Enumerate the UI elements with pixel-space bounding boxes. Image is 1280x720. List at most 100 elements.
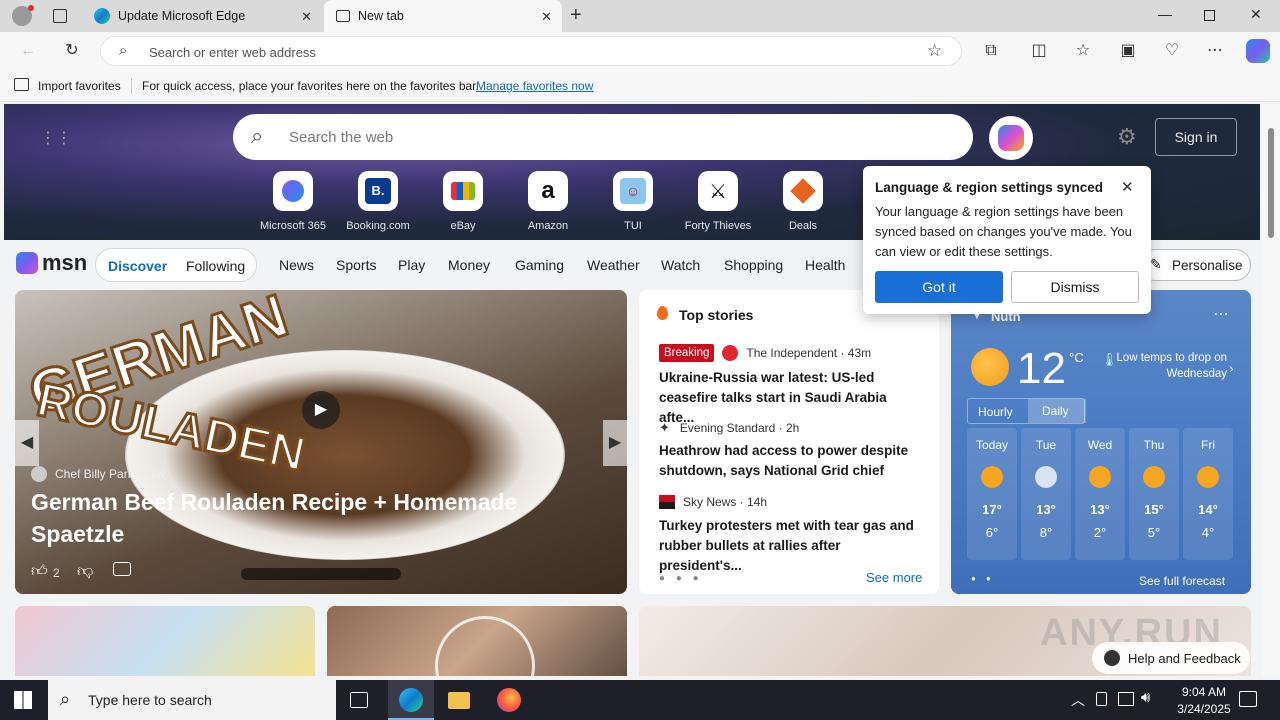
carousel-next-icon[interactable]: ▶ [603,420,627,466]
import-favorites-button[interactable]: Import favorites [38,79,121,93]
tab-following[interactable]: Following [186,258,245,274]
address-bar[interactable]: ⌕ Search or enter web address ☆ [100,36,962,66]
restore-icon[interactable] [1204,10,1215,21]
pager-dots[interactable]: ● ● [971,574,995,583]
page-scrollbar[interactable] [1262,104,1280,676]
nav-money[interactable]: Money [448,257,490,273]
weather-more-icon[interactable]: ⋯ [1213,304,1229,324]
browser-essentials-icon[interactable]: ♡ [1162,41,1182,61]
volume-icon[interactable]: 🔊︎ [1141,689,1150,706]
taskbar-search-box[interactable]: ⌕ Type here to search [48,680,336,720]
windows-start-icon[interactable] [14,691,32,709]
copilot-icon[interactable] [1246,39,1270,63]
tab-actions-icon[interactable] [53,9,67,23]
favorites-icon[interactable]: ☆ [1073,41,1093,61]
nav-health[interactable]: Health [805,257,845,273]
task-view-icon[interactable] [350,692,368,708]
story-title[interactable]: Turkey protesters met with tear gas and … [659,516,923,576]
popup-body: Your language & region settings have bee… [875,204,1132,259]
carousel-prev-icon[interactable]: ◀ [15,420,39,466]
nav-gaming[interactable]: Gaming [515,257,564,273]
dismiss-button[interactable]: Dismiss [1011,271,1139,303]
quick-link-forty-thieves[interactable]: ⚔ Forty Thieves [678,171,758,232]
quick-link-deals[interactable]: Deals [763,171,843,232]
help-feedback-button[interactable]: Help and Feedback [1092,642,1250,674]
network-icon[interactable] [1118,692,1134,706]
edge-taskbar-icon[interactable] [388,680,434,720]
more-menu-icon[interactable]: ⋯ [1205,41,1225,61]
tui-icon: ☺ [613,171,653,211]
nav-watch[interactable]: Watch [661,257,700,273]
forecast-day[interactable]: Fri 14° 4° [1183,428,1233,560]
quick-link-ebay[interactable]: eBay [423,171,503,232]
favorite-star-icon[interactable]: ☆ [927,41,942,61]
forecast-day[interactable]: Thu 15° 5° [1129,428,1179,560]
quick-link-microsoft-365[interactable]: Microsoft 365 [253,171,333,232]
new-tab-button[interactable]: + [570,4,582,27]
weather-card[interactable]: ▼ Nuth ⋯ 12 °C 🌡︎ Low temps to drop on W… [951,290,1251,594]
pager-dots[interactable]: ● ● ● [659,573,703,584]
carousel-dots[interactable] [241,568,401,580]
refresh-icon[interactable]: ↻ [62,41,82,61]
extensions-icon[interactable]: ⧉ [981,41,1001,61]
tab-daily[interactable]: Daily [1028,399,1086,423]
nav-weather[interactable]: Weather [587,257,640,273]
settings-gear-icon[interactable]: ⚙ [1117,124,1137,150]
app-launcher-icon[interactable]: ⋮⋮ [40,128,72,148]
tab-discover[interactable]: Discover [108,258,167,274]
forecast-day[interactable]: Tue 13° 8° [1021,428,1071,560]
forecast-day[interactable]: Today 17° 6° [967,428,1017,560]
close-window-icon[interactable]: ✕ [1250,6,1262,23]
split-screen-icon[interactable]: ◫ [1029,41,1049,61]
close-tab-icon[interactable]: ✕ [301,9,312,25]
back-icon[interactable]: ← [18,41,38,61]
clock-date[interactable]: 3/24/2025 [1162,702,1246,716]
import-favorites-icon[interactable] [14,78,29,91]
weather-chevron-icon[interactable]: › [1229,360,1234,376]
feature-card[interactable]: GERMAN ROULADEN ▶ ◀ ▶ Chef Billy Parisi … [15,290,627,594]
see-more-link[interactable]: See more [866,570,922,585]
nav-sports[interactable]: Sports [336,257,376,273]
play-button-icon[interactable]: ▶ [302,391,340,429]
forecast-day[interactable]: Wed 13° 2° [1075,428,1125,560]
nav-shopping[interactable]: Shopping [724,257,783,273]
nav-news[interactable]: News [279,257,314,273]
personalise-button[interactable]: ✎ Personalise [1139,249,1251,281]
news-card-thumbnail[interactable] [327,606,627,676]
quick-link-tui[interactable]: ☺ TUI [593,171,673,232]
close-tab-icon[interactable]: ✕ [541,9,552,25]
personalise-label: Personalise [1172,258,1243,273]
web-search-box[interactable]: ⌕ Search the web [233,114,973,160]
file-explorer-icon[interactable] [448,692,470,709]
story-title[interactable]: Heathrow had access to power despite shu… [659,441,923,481]
feature-title[interactable]: German Beef Rouladen Recipe + Homemade S… [31,486,571,550]
tray-device-icon[interactable] [1096,692,1107,706]
news-card-thumbnail[interactable] [15,606,315,676]
msn-logo[interactable]: msn [16,250,87,276]
firefox-icon[interactable] [497,688,521,712]
quick-link-booking[interactable]: B. Booking.com [338,171,418,232]
tab-update-edge[interactable]: Update Microsoft Edge ✕ [84,0,322,32]
quick-link-amazon[interactable]: a Amazon [508,171,588,232]
forty-thieves-icon: ⚔ [698,171,738,211]
sign-in-button[interactable]: Sign in [1155,118,1237,156]
see-full-forecast-link[interactable]: See full forecast [1139,574,1225,588]
dislike-icon[interactable]: 👎︎ [77,562,93,581]
like-icon[interactable]: 👍︎ [31,562,48,581]
story-title[interactable]: Ukraine-Russia war latest: US-led ceasef… [659,368,923,428]
collections-icon[interactable]: ▣ [1118,41,1138,61]
got-it-button[interactable]: Got it [875,271,1003,303]
favorites-bar: Import favorites For quick access, place… [0,70,1280,102]
tab-hourly[interactable]: Hourly [978,405,1013,419]
clock-time[interactable]: 9:04 AM [1172,685,1236,699]
minimize-icon[interactable]: — [1158,6,1172,22]
weather-note[interactable]: Low temps to drop on Wednesday [1115,350,1227,382]
notifications-icon[interactable] [1239,691,1257,707]
tab-new-tab[interactable]: New tab ✕ [324,0,562,32]
nav-play[interactable]: Play [398,257,425,273]
comment-icon[interactable] [113,562,131,576]
close-icon[interactable]: ✕ [1121,178,1134,196]
copilot-icon[interactable] [989,116,1033,160]
tray-chevron-icon[interactable]: ︿ [1071,690,1085,710]
manage-favorites-link[interactable]: Manage favorites now [476,79,593,93]
